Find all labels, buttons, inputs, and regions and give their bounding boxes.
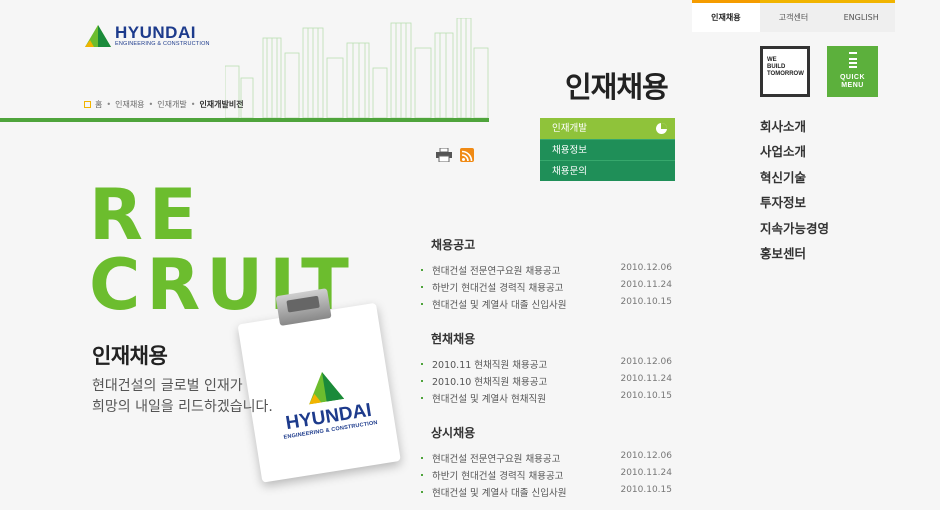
breadcrumb-item[interactable]: 인재개발	[157, 99, 186, 110]
breadcrumb-separator: •	[148, 100, 154, 109]
logo-triangle-icon	[85, 24, 111, 47]
news-item-title: 현대건설 및 계열사 대졸 신입사원	[432, 488, 567, 499]
sub-menu: 인재개발 채용정보 채용문의	[540, 118, 675, 181]
skyline-illustration	[225, 18, 489, 118]
hero-description-line: 희망의 내일을 리드하겠습니다.	[92, 399, 273, 415]
news-item-date: 2010.12.06	[620, 451, 672, 461]
news-item-date: 2010.10.15	[620, 297, 672, 307]
pie-chart-icon	[656, 123, 667, 134]
news-item-date: 2010.11.24	[620, 280, 672, 290]
nav-item-pr-center[interactable]: 홍보센터	[760, 243, 829, 268]
submenu-item-recruit-info[interactable]: 채용정보	[540, 139, 675, 160]
header-divider	[0, 118, 489, 122]
news-section-recruit: 채용공고 현대건설 전문연구요원 채용공고 2010.12.06 하반기 현대건설…	[420, 236, 675, 314]
submenu-item-development[interactable]: 인재개발	[540, 118, 675, 139]
submenu-item-recruit-inquiry[interactable]: 채용문의	[540, 160, 675, 181]
news-item[interactable]: 현대건설 및 계열사 대졸 신입사원 2010.10.15	[420, 297, 675, 314]
nav-item-investor[interactable]: 투자정보	[760, 192, 829, 217]
nav-item-sustainability[interactable]: 지속가능경영	[760, 218, 829, 243]
news-item[interactable]: 현대건설 및 계열사 현채직원 2010.10.15	[420, 391, 675, 408]
news-section-title: 상시채용	[431, 426, 476, 440]
news-item-title: 현대건설 및 계열사 현채직원	[432, 394, 546, 405]
news-item[interactable]: 현대건설 및 계열사 대졸 신입사원 2010.10.15	[420, 485, 675, 502]
news-item-date: 2010.12.06	[620, 357, 672, 367]
quick-menu-label: MENU	[841, 82, 864, 89]
breadcrumb: 홈 • 인재채용 • 인재개발 • 인재개발비전	[84, 99, 244, 110]
quick-menu-button[interactable]: QUICK MENU	[827, 46, 878, 97]
news-item-title: 하반기 현대건설 경력직 채용공고	[432, 283, 564, 294]
hero-title-line1: RE	[89, 174, 203, 256]
logo-triangle-icon	[308, 372, 344, 405]
nav-item-company[interactable]: 회사소개	[760, 116, 829, 141]
news-item[interactable]: 2010.11 현채직원 채용공고 2010.12.06	[420, 357, 675, 374]
breadcrumb-separator: •	[190, 100, 196, 109]
news-section-ongoing: 상시채용 현대건설 전문연구요원 채용공고 2010.12.06 하반기 현대건설…	[420, 424, 675, 502]
news-item-title: 현대건설 및 계열사 대졸 신입사원	[432, 300, 567, 311]
news-item[interactable]: 현대건설 전문연구요원 채용공고 2010.12.06	[420, 263, 675, 280]
news-item[interactable]: 현대건설 전문연구요원 채용공고 2010.12.06	[420, 451, 675, 468]
hero-heading: 인재채용	[92, 344, 168, 368]
submenu-label: 채용정보	[552, 145, 587, 156]
breadcrumb-separator: •	[106, 100, 112, 109]
news-item-title: 2010.11 현채직원 채용공고	[432, 360, 548, 371]
submenu-label: 인재개발	[552, 123, 587, 134]
hyundai-logo[interactable]: HYUNDAI ENGINEERING & CONSTRUCTION	[85, 24, 210, 47]
breadcrumb-home[interactable]: 홈	[95, 99, 102, 110]
rss-icon[interactable]	[460, 148, 474, 162]
top-tabs: 인재채용 고객센터 ENGLISH	[692, 0, 895, 32]
tab-customer-center[interactable]: 고객센터	[760, 3, 828, 32]
news-item[interactable]: 하반기 현대건설 경력직 채용공고 2010.11.24	[420, 468, 675, 485]
news-item-title: 현대건설 전문연구요원 채용공고	[432, 266, 561, 277]
section-title: 인재채용	[565, 70, 669, 104]
we-build-line: TOMORROW	[767, 71, 804, 77]
breadcrumb-item[interactable]: 인재채용	[115, 99, 144, 110]
tab-english[interactable]: ENGLISH	[827, 3, 895, 32]
news-item-title: 하반기 현대건설 경력직 채용공고	[432, 471, 564, 482]
news-item-title: 현대건설 전문연구요원 채용공고	[432, 454, 561, 465]
we-build-line: BUILD	[767, 64, 786, 70]
main-navigation: 회사소개 사업소개 혁신기술 투자정보 지속가능경영 홍보센터	[760, 116, 829, 268]
news-item-date: 2010.12.06	[620, 263, 672, 273]
print-icon[interactable]	[436, 148, 452, 162]
nav-item-technology[interactable]: 혁신기술	[760, 167, 829, 192]
menu-icon	[848, 52, 857, 68]
hero-description: 현대건설의 글로벌 인재가 희망의 내일을 리드하겠습니다.	[92, 376, 273, 418]
quick-menu-label: QUICK	[839, 74, 866, 81]
logo-name: HYUNDAI	[115, 23, 196, 42]
logo-subtitle: ENGINEERING & CONSTRUCTION	[115, 41, 210, 47]
news-section-title: 채용공고	[431, 238, 476, 252]
nav-item-business[interactable]: 사업소개	[760, 141, 829, 166]
we-build-line: WE	[767, 57, 777, 63]
news-item-date: 2010.11.24	[620, 374, 672, 384]
we-build-tomorrow-button[interactable]: WE BUILD TOMORROW	[760, 46, 810, 97]
news-item[interactable]: 2010.10 현채직원 채용공고 2010.11.24	[420, 374, 675, 391]
news-item-date: 2010.10.15	[620, 485, 672, 495]
breadcrumb-current: 인재개발비전	[199, 100, 244, 109]
news-item-date: 2010.11.24	[620, 468, 672, 478]
news-item[interactable]: 하반기 현대건설 경력직 채용공고 2010.11.24	[420, 280, 675, 297]
tab-recruit[interactable]: 인재채용	[692, 0, 760, 32]
submenu-label: 채용문의	[552, 166, 587, 177]
news-section-title: 현채채용	[431, 332, 476, 346]
home-icon	[84, 101, 91, 108]
news-item-title: 2010.10 현채직원 채용공고	[432, 377, 548, 388]
news-section-local: 현채채용 2010.11 현채직원 채용공고 2010.12.06 2010.10…	[420, 330, 675, 408]
hero-description-line: 현대건설의 글로벌 인재가	[92, 378, 243, 394]
news-item-date: 2010.10.15	[620, 391, 672, 401]
